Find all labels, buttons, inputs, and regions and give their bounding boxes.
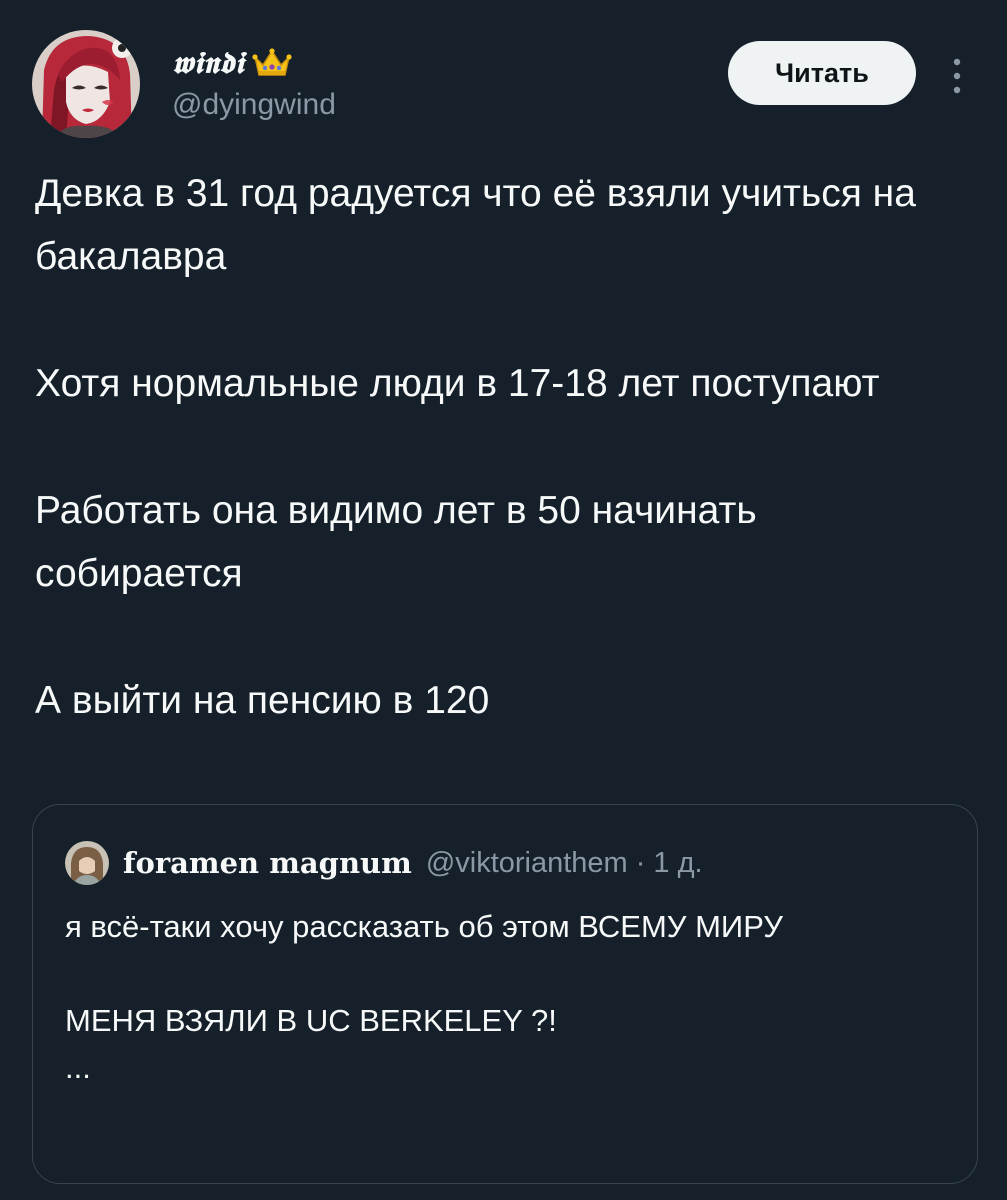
quoted-tweet-time[interactable]: 1 д. bbox=[653, 847, 702, 880]
crown-icon bbox=[252, 47, 292, 79]
quoted-tweet-text: я всё-таки хочу рассказать об этом ВСЕМУ… bbox=[65, 903, 945, 1091]
author-name-row[interactable]: 𝖜𝖎𝖓𝖉𝖎 bbox=[172, 40, 292, 86]
quoted-author-avatar[interactable] bbox=[65, 841, 109, 885]
author-display-name[interactable]: 𝖜𝖎𝖓𝖉𝖎 bbox=[172, 46, 244, 81]
more-vertical-icon[interactable] bbox=[946, 56, 968, 96]
author-avatar[interactable] bbox=[32, 30, 140, 138]
quoted-tweet-header: foramen magnum @viktorianthem · 1 д. bbox=[65, 841, 703, 885]
quoted-tweet-card[interactable]: foramen magnum @viktorianthem · 1 д. я в… bbox=[32, 804, 978, 1184]
quoted-paragraph: я всё-таки хочу рассказать об этом ВСЕМУ… bbox=[65, 909, 783, 944]
quoted-ellipsis: ... bbox=[65, 1050, 91, 1085]
tweet-paragraph: Девка в 31 год радуется что её взяли учи… bbox=[35, 172, 916, 278]
quoted-paragraph: МЕНЯ ВЗЯЛИ В UC BERKELEY ?! bbox=[65, 1003, 557, 1038]
tweet-paragraph: Работать она видимо лет в 50 начинать со… bbox=[35, 489, 757, 595]
tweet-paragraph: Хотя нормальные люди в 17-18 лет поступа… bbox=[35, 362, 880, 405]
tweet-text: Девка в 31 год радуется что её взяли учи… bbox=[35, 162, 965, 732]
tweet-paragraph: А выйти на пенсию в 120 bbox=[35, 679, 490, 722]
follow-button[interactable]: Читать bbox=[728, 41, 916, 105]
author-handle[interactable]: @dyingwind bbox=[172, 88, 336, 122]
tweet[interactable]: 𝖜𝖎𝖓𝖉𝖎 @dyingwind Читать Девка в 31 год р… bbox=[0, 0, 1007, 1200]
quoted-author-name[interactable]: foramen magnum bbox=[123, 846, 412, 880]
separator-dot: · bbox=[635, 846, 646, 879]
quoted-author-handle[interactable]: @viktorianthem bbox=[426, 847, 628, 880]
